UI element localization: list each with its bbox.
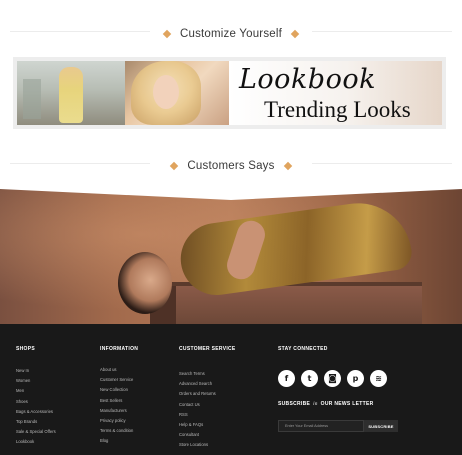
footer-column-shops: SHOPS New In Women Men Shoes Bags & Acce… — [16, 346, 56, 448]
model-photo-blonde — [125, 61, 229, 125]
footer-link[interactable]: Lookbook — [16, 437, 56, 447]
footer-link[interactable]: Customer Service — [100, 375, 138, 385]
email-input[interactable]: Enter Your Email Address — [278, 420, 364, 432]
social-icons: f t ◙ p ≋ — [278, 370, 398, 387]
footer-link[interactable]: Search Terms — [179, 369, 236, 379]
facebook-icon[interactable]: f — [278, 370, 295, 387]
footer-link[interactable]: Advanced Search — [179, 379, 236, 389]
diamond-icon — [290, 29, 300, 39]
footer-column-title: SHOPS — [16, 346, 36, 352]
footer-link[interactable]: New Collection — [100, 385, 138, 395]
page: Customize Yourself Lookbook Trending Loo… — [0, 0, 462, 455]
footer-link[interactable]: Contact Us — [179, 400, 236, 410]
lookbook-text-panel: Lookbook Trending Looks — [229, 61, 442, 125]
footer-link[interactable]: Women — [16, 376, 56, 386]
footer-column-title: STAY CONNECTED — [278, 346, 328, 352]
section-title: Customize Yourself — [179, 28, 283, 40]
section-title: Customers Says — [187, 160, 275, 172]
divider-right — [312, 31, 452, 32]
customize-section-heading: Customize Yourself — [0, 24, 462, 40]
testimonial-hero-image — [0, 186, 462, 324]
footer-link[interactable]: New In — [16, 366, 56, 376]
footer-column-stay-connected: STAY CONNECTED f t ◙ p ≋ SUBSCRIBE in OUR … — [278, 346, 398, 432]
diamond-icon — [283, 161, 292, 171]
divider-right — [312, 163, 452, 164]
footer-link[interactable]: Privacy policy — [100, 416, 138, 426]
footer-link[interactable]: About us — [100, 365, 138, 375]
footer-column-customer-service: CUSTOMER SERVICE Search Terms Advanced S… — [179, 346, 236, 451]
footer-column-title: INFORMATION — [100, 346, 139, 352]
newsletter-post: OUR NEWS LETTER — [320, 401, 374, 407]
footer-link[interactable]: Manufacturers — [100, 406, 138, 416]
footer-column-title: CUSTOMER SERVICE — [179, 346, 236, 352]
model-photo-yellow-dress — [17, 61, 125, 125]
diamond-icon — [170, 161, 179, 171]
lookbook-banner[interactable]: Lookbook Trending Looks — [13, 57, 446, 129]
footer-link[interactable]: Orders and Returns — [179, 389, 236, 399]
divider-left — [10, 163, 150, 164]
newsletter-mid: in — [313, 402, 318, 407]
footer-link[interactable]: Blog — [100, 436, 138, 446]
footer-link[interactable]: Shoes — [16, 397, 56, 407]
newsletter-form: Enter Your Email Address SUBSCRIBE — [278, 420, 398, 432]
newsletter-heading: SUBSCRIBE in OUR NEWS LETTER — [278, 401, 398, 407]
footer-link[interactable]: Best Sellers — [100, 396, 138, 406]
subscribe-button[interactable]: SUBSCRIBE — [364, 420, 398, 432]
newsletter-pre: SUBSCRIBE — [278, 401, 311, 407]
customers-section-heading: Customers Says — [0, 156, 462, 172]
footer-link[interactable]: Men — [16, 386, 56, 396]
footer-link[interactable]: Sale & Special Offers — [16, 427, 56, 437]
instagram-icon[interactable]: ◙ — [324, 370, 341, 387]
footer-link[interactable]: Consultant — [179, 430, 236, 440]
footer-link[interactable]: Bags & Accessories — [16, 407, 56, 417]
site-footer: SHOPS New In Women Men Shoes Bags & Acce… — [0, 324, 462, 455]
twitter-icon[interactable]: t — [301, 370, 318, 387]
lookbook-title: Lookbook — [239, 64, 376, 95]
trending-looks-title: Trending Looks — [264, 97, 411, 122]
rss-icon[interactable]: ≋ — [370, 370, 387, 387]
footer-link[interactable]: Store Locations — [179, 440, 236, 450]
footer-link[interactable]: Top Brands — [16, 417, 56, 427]
footer-column-information: INFORMATION About us Customer Service Ne… — [100, 346, 138, 447]
hero-notch-divider — [0, 186, 462, 200]
divider-left — [10, 31, 150, 32]
footer-link[interactable]: RSS — [179, 410, 236, 420]
pinterest-icon[interactable]: p — [347, 370, 364, 387]
diamond-icon — [162, 29, 172, 39]
footer-link[interactable]: Help & FAQs — [179, 420, 236, 430]
footer-link[interactable]: Terms & condition — [100, 426, 138, 436]
